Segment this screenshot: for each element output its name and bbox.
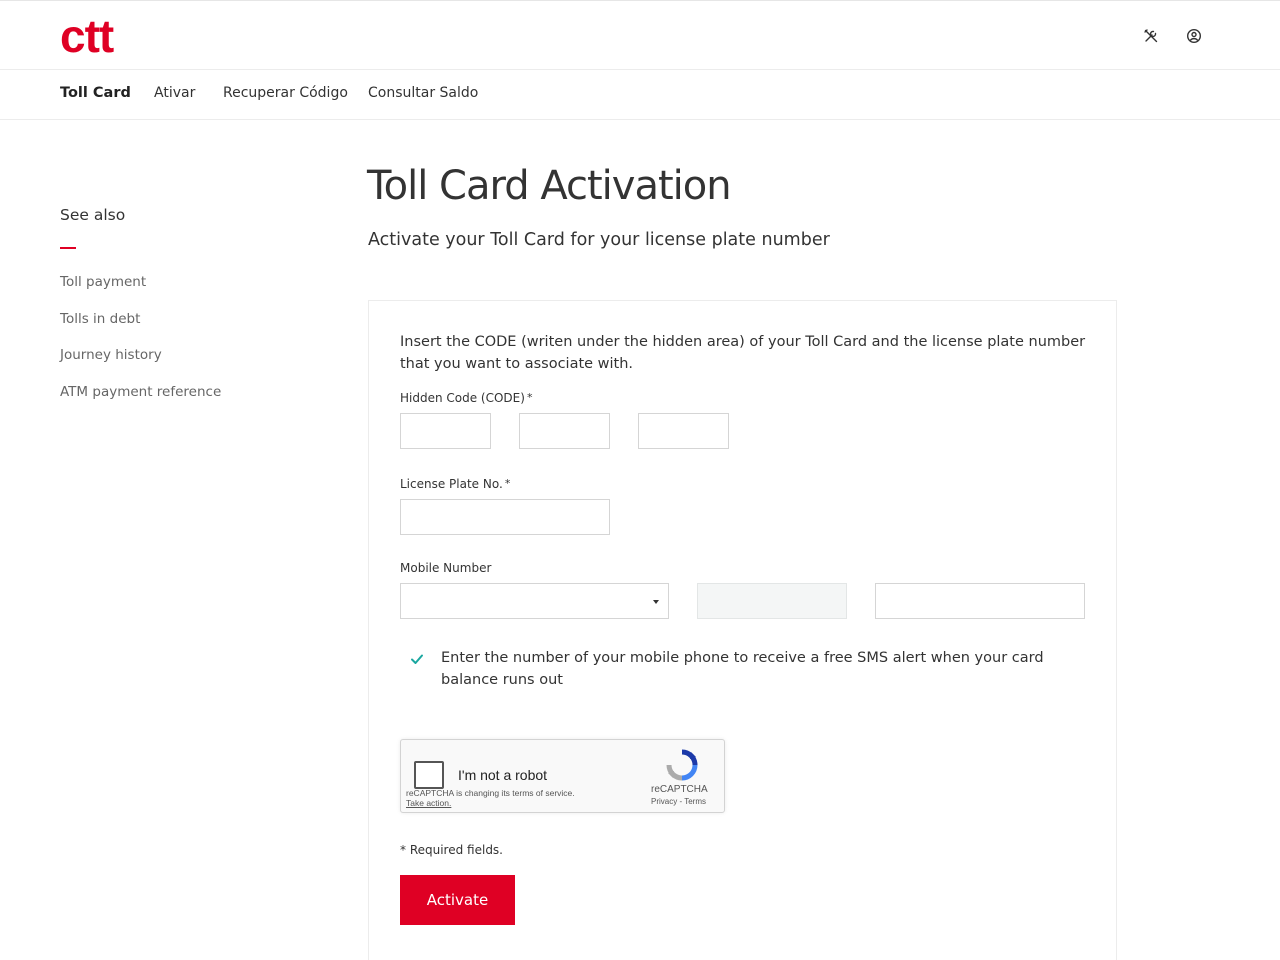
mobile-number-label: Mobile Number (400, 561, 492, 575)
nav-ativar[interactable]: Ativar (154, 85, 195, 101)
top-header: ctt (0, 0, 1280, 70)
recaptcha-take-action-link[interactable]: Take action. (406, 798, 451, 808)
sidebar-link-journey-history[interactable]: Journey history (60, 347, 162, 363)
hidden-code-input-3[interactable] (638, 413, 729, 449)
recaptcha-checkbox[interactable] (414, 761, 444, 789)
page-subtitle: Activate your Toll Card for your license… (368, 230, 830, 250)
tools-icon[interactable] (1143, 28, 1159, 44)
chevron-down-icon (653, 600, 659, 604)
mobile-prefix-input (697, 583, 847, 619)
hidden-code-label: Hidden Code (CODE) * (400, 391, 533, 405)
nav-toll-card[interactable]: Toll Card (60, 85, 131, 101)
recaptcha-widget: I'm not a robot reCAPTCHA is changing it… (400, 739, 725, 813)
recaptcha-terms-note: reCAPTCHA is changing its terms of servi… (406, 788, 575, 798)
required-fields-note: * Required fields. (400, 843, 503, 857)
mobile-number-input[interactable] (875, 583, 1085, 619)
recaptcha-links: Privacy - Terms (651, 797, 706, 806)
hidden-code-input-1[interactable] (400, 413, 491, 449)
nav-recuperar-codigo[interactable]: Recuperar Código (223, 85, 348, 101)
recaptcha-terms-link[interactable]: Terms (684, 797, 706, 806)
sidebar-link-atm-payment-reference[interactable]: ATM payment reference (60, 384, 221, 400)
nav-consultar-saldo[interactable]: Consultar Saldo (368, 85, 478, 101)
sms-alert-hint: Enter the number of your mobile phone to… (441, 650, 1044, 688)
see-also-divider (60, 247, 76, 249)
user-account-icon[interactable] (1186, 28, 1202, 44)
sidebar-link-tolls-in-debt[interactable]: Tolls in debt (60, 311, 140, 327)
activation-form: Insert the CODE (writen under the hidden… (368, 300, 1117, 960)
license-plate-label: License Plate No. * (400, 477, 511, 491)
see-also-title: See also (60, 206, 126, 224)
page-title: Toll Card Activation (367, 163, 732, 209)
activate-button[interactable]: Activate (400, 875, 515, 925)
main-nav: Toll Card Ativar Recuperar Código Consul… (0, 70, 1280, 120)
recaptcha-logo-icon (665, 748, 699, 782)
form-intro-text: Insert the CODE (writen under the hidden… (400, 334, 1086, 372)
checkmark-icon (409, 651, 425, 667)
ctt-logo[interactable]: ctt (60, 13, 114, 59)
sidebar-link-toll-payment[interactable]: Toll payment (60, 274, 146, 290)
license-plate-input[interactable] (400, 499, 610, 535)
hidden-code-input-2[interactable] (519, 413, 610, 449)
country-code-select[interactable] (400, 583, 669, 619)
recaptcha-brand: reCAPTCHA (651, 784, 708, 795)
recaptcha-label: I'm not a robot (458, 767, 548, 783)
recaptcha-privacy-link[interactable]: Privacy (651, 797, 677, 806)
